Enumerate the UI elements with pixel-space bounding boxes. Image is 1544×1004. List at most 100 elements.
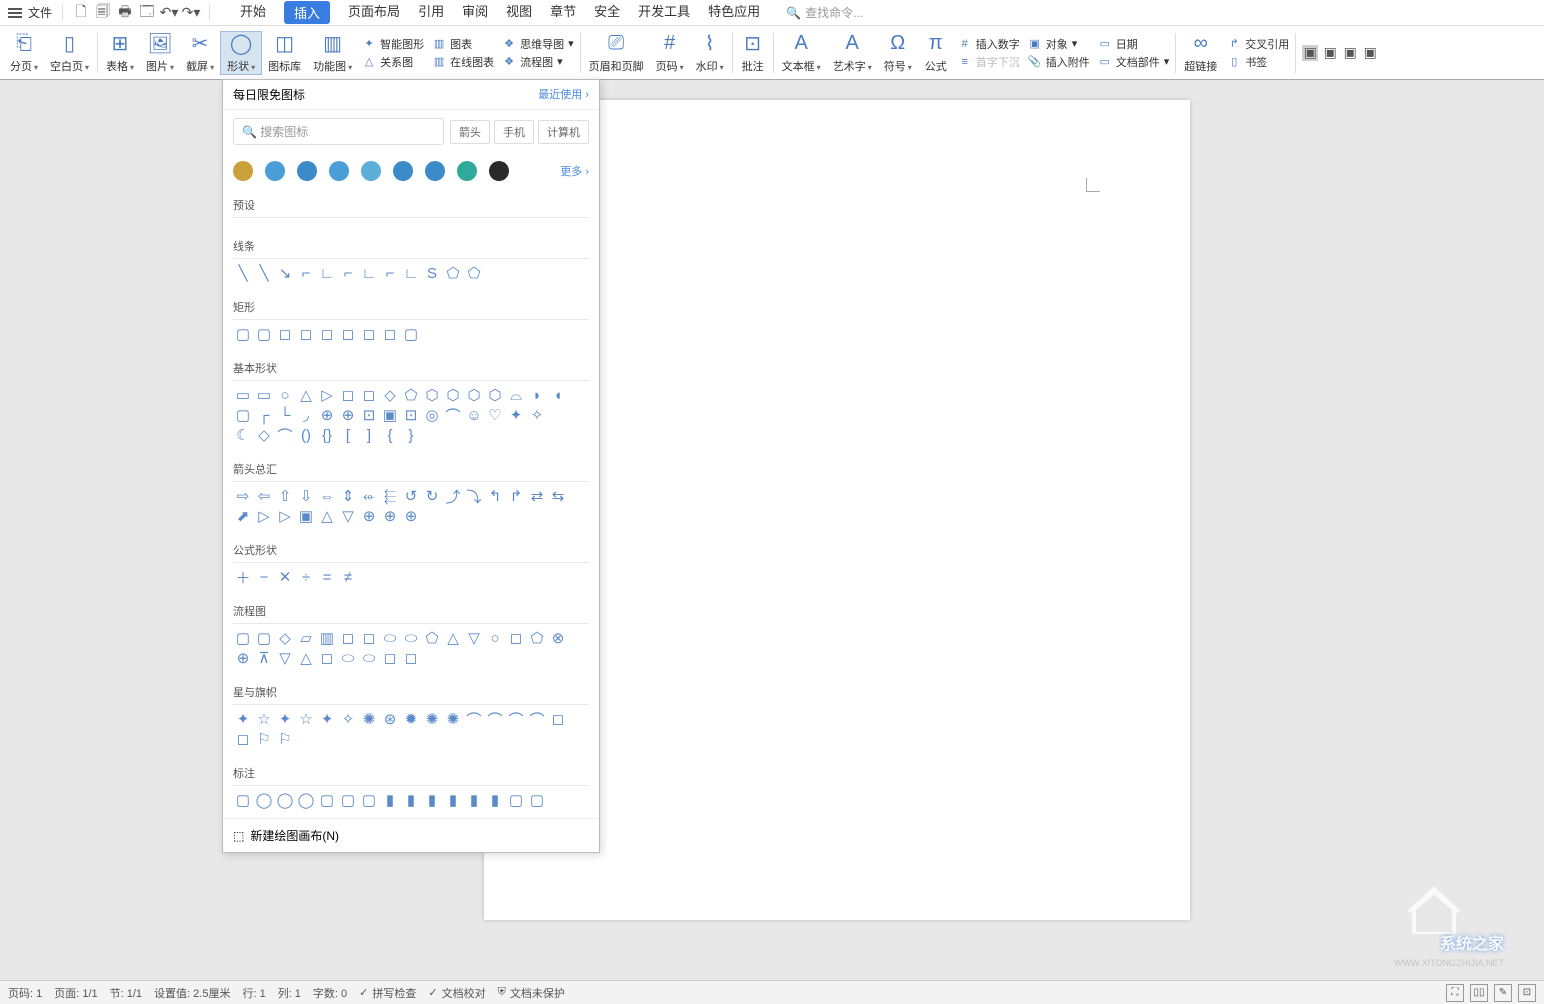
shape-item[interactable]: ◻ — [506, 628, 526, 648]
view-reading-icon[interactable]: ▯▯ — [1470, 984, 1488, 1002]
shape-item[interactable]: ◻ — [380, 324, 400, 344]
shape-item[interactable]: ✦ — [506, 405, 526, 425]
shape-item[interactable]: ☆ — [254, 709, 274, 729]
shape-item[interactable]: − — [254, 567, 274, 587]
icon-search-input[interactable]: 🔍 搜索图标 — [233, 118, 444, 145]
shape-item[interactable]: ◻ — [317, 648, 337, 668]
shape-item[interactable]: ⬰ — [359, 486, 379, 506]
redo-icon[interactable]: ↷▾ — [183, 5, 199, 21]
shape-item[interactable]: ▭ — [233, 385, 253, 405]
shape-item[interactable]: ⬠ — [464, 263, 484, 283]
free-icon[interactable] — [361, 161, 381, 181]
shape-item[interactable]: ✧ — [338, 709, 358, 729]
shape-item[interactable]: ▢ — [254, 628, 274, 648]
view-mode-3-icon[interactable]: ▣ — [1342, 45, 1358, 61]
shape-item[interactable]: ☾ — [233, 425, 253, 445]
free-icon[interactable] — [489, 161, 509, 181]
ribbon-attachment[interactable]: 📎插入附件 — [1028, 54, 1090, 70]
shape-item[interactable]: ⇦ — [254, 486, 274, 506]
shape-item[interactable]: ⇨ — [233, 486, 253, 506]
ribbon-shapes[interactable]: ◯形状 — [220, 31, 262, 75]
shape-item[interactable]: ◻ — [548, 709, 568, 729]
shape-item[interactable]: ▽ — [338, 506, 358, 526]
shape-item[interactable]: ◻ — [359, 385, 379, 405]
shape-item[interactable]: ⌒ — [464, 709, 484, 729]
tab-view[interactable]: 视图 — [506, 1, 532, 24]
shape-item[interactable]: ⊕ — [233, 648, 253, 668]
shape-item[interactable]: ⊕ — [380, 506, 400, 526]
shape-item[interactable]: ▢ — [401, 324, 421, 344]
shape-item[interactable]: ◻ — [338, 324, 358, 344]
shape-item[interactable]: ▷ — [275, 506, 295, 526]
status-section[interactable]: 节: 1/1 — [110, 985, 142, 1001]
view-mode-4-icon[interactable]: ▣ — [1362, 45, 1378, 61]
status-page-no[interactable]: 页码: 1 — [8, 985, 42, 1001]
shape-item[interactable]: ⊕ — [401, 506, 421, 526]
save-icon[interactable]: 🗋 — [73, 5, 89, 21]
shape-item[interactable]: ⬭ — [359, 648, 379, 668]
shape-item[interactable]: () — [296, 425, 316, 445]
ribbon-header-footer[interactable]: ⎚页眉和页脚 — [583, 32, 650, 74]
ribbon-screenshot[interactable]: ✂截屏 — [180, 32, 220, 74]
shape-item[interactable]: ▮ — [401, 790, 421, 810]
view-mode-2-icon[interactable]: ▣ — [1322, 45, 1338, 61]
shape-item[interactable]: ◻ — [275, 324, 295, 344]
view-mode-1-icon[interactable]: ▣ — [1302, 45, 1318, 61]
shape-item[interactable]: ⌒ — [485, 709, 505, 729]
shape-item[interactable]: ⬭ — [380, 628, 400, 648]
shape-item[interactable]: ⇧ — [275, 486, 295, 506]
view-expand-icon[interactable]: ⛶ — [1446, 984, 1464, 1002]
shape-item[interactable]: ⇔ — [317, 486, 337, 506]
shape-item[interactable]: ⬭ — [401, 628, 421, 648]
tab-chapter[interactable]: 章节 — [550, 1, 576, 24]
shape-item[interactable]: ☆ — [296, 709, 316, 729]
shape-item[interactable]: ◯ — [275, 790, 295, 810]
shape-item[interactable]: ⇕ — [338, 486, 358, 506]
shape-item[interactable]: = — [317, 567, 337, 587]
shape-item[interactable]: ◯ — [296, 790, 316, 810]
shape-item[interactable]: ÷ — [296, 567, 316, 587]
shape-item[interactable]: △ — [296, 385, 316, 405]
free-icon[interactable] — [233, 161, 253, 181]
shape-item[interactable]: ⌒ — [506, 709, 526, 729]
tab-start[interactable]: 开始 — [240, 1, 266, 24]
ribbon-bookmark[interactable]: ▯书签 — [1227, 54, 1289, 70]
shape-item[interactable]: ┌ — [254, 405, 274, 425]
shape-item[interactable]: ▮ — [422, 790, 442, 810]
shape-item[interactable]: ▢ — [233, 324, 253, 344]
shape-item[interactable]: ▷ — [317, 385, 337, 405]
shape-item[interactable]: ✺ — [422, 709, 442, 729]
shape-item[interactable]: ] — [359, 425, 379, 445]
shape-item[interactable]: S — [422, 263, 442, 283]
shape-item[interactable]: ○ — [275, 385, 295, 405]
ribbon-relation[interactable]: △关系图 — [362, 54, 424, 70]
shape-item[interactable]: ▮ — [485, 790, 505, 810]
shape-item[interactable]: ⌐ — [296, 263, 316, 283]
status-line[interactable]: 行: 1 — [242, 985, 265, 1001]
tab-special[interactable]: 特色应用 — [708, 1, 760, 24]
free-icon[interactable] — [265, 161, 285, 181]
shape-item[interactable]: ✹ — [401, 709, 421, 729]
shape-item[interactable]: ◞ — [296, 405, 316, 425]
shape-item[interactable]: ▮ — [464, 790, 484, 810]
ribbon-picture[interactable]: 🖼图片 — [140, 32, 180, 74]
shape-item[interactable]: ↺ — [401, 486, 421, 506]
view-zoom-icon[interactable]: ⊡ — [1518, 984, 1536, 1002]
ribbon-smart-art[interactable]: ✦智能图形 — [362, 36, 424, 52]
shape-item[interactable]: ↻ — [422, 486, 442, 506]
tab-reference[interactable]: 引用 — [418, 1, 444, 24]
shape-item[interactable]: ▣ — [380, 405, 400, 425]
shape-item[interactable]: ⚐ — [275, 729, 295, 749]
shape-item[interactable]: ◻ — [359, 324, 379, 344]
quick-computer[interactable]: 计算机 — [538, 120, 589, 144]
shape-item[interactable]: ⊡ — [401, 405, 421, 425]
shape-item[interactable]: ⬠ — [401, 385, 421, 405]
shape-item[interactable]: ▣ — [296, 506, 316, 526]
shape-item[interactable]: ⌓ — [506, 385, 526, 405]
ribbon-textbox[interactable]: A文本框 — [776, 32, 827, 74]
shape-item[interactable]: ⇩ — [296, 486, 316, 506]
shape-item[interactable]: ↘ — [275, 263, 295, 283]
ribbon-table[interactable]: ⊞表格 — [100, 32, 140, 74]
shape-item[interactable]: ▷ — [254, 506, 274, 526]
free-icon[interactable] — [425, 161, 445, 181]
